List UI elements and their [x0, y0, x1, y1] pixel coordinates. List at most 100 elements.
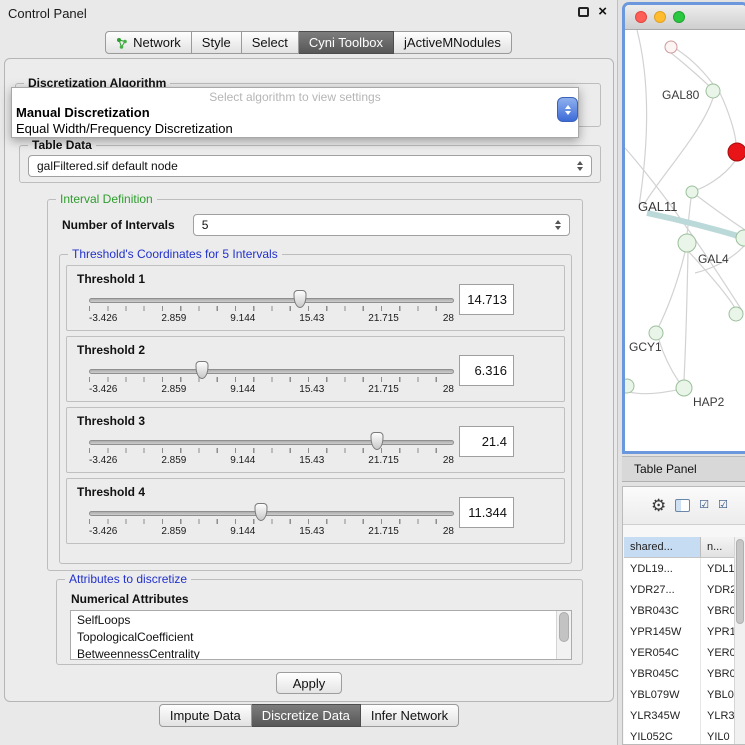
table-row[interactable]: YBL079WYBL0	[624, 684, 734, 705]
table-cell[interactable]: YER0	[701, 642, 734, 663]
threshold-slider[interactable]: -3.4262.8599.14415.4321.71528	[89, 361, 454, 399]
table-row[interactable]: YBR045CYBR0	[624, 663, 734, 684]
table-row[interactable]: YPR145WYPR1	[624, 621, 734, 642]
tab-label: Impute Data	[170, 708, 241, 723]
number-of-intervals-select[interactable]: 5	[193, 214, 570, 236]
network-node-label: GCY1	[629, 340, 662, 354]
attribute-list-item[interactable]: TopologicalCoefficient	[71, 629, 571, 646]
table-cell[interactable]: YDL1	[701, 558, 734, 579]
table-cell[interactable]: YLR3	[701, 705, 734, 726]
network-node[interactable]	[736, 230, 745, 246]
threshold-slider[interactable]: -3.4262.8599.14415.4321.71528	[89, 290, 454, 328]
network-canvas[interactable]: GAL80GAL11GAL4GCY1HAP2	[625, 30, 745, 454]
network-edge	[629, 390, 677, 394]
table-data-group: Table Data galFiltered.sif default node	[19, 145, 601, 183]
tab-style[interactable]: Style	[192, 31, 242, 54]
selected-network-node[interactable]	[728, 143, 745, 161]
table-cell[interactable]: YBR043C	[624, 600, 701, 621]
table-row[interactable]: YDL19...YDL1	[624, 558, 734, 579]
tab-impute-data[interactable]: Impute Data	[159, 704, 252, 727]
algorithm-combo-button[interactable]	[557, 97, 578, 122]
scale-tick-label: 28	[443, 313, 454, 324]
threshold-list: Threshold 1 -3.4262.8599.14415.4321.7152…	[66, 265, 565, 549]
tab-jactivemnodules[interactable]: jActiveMNodules	[394, 31, 512, 54]
table-body: YDL19...YDL1YDR27...YDR2YBR043CYBR0YPR14…	[624, 558, 734, 744]
select-none-checkbox-icon[interactable]: ☑	[718, 500, 728, 511]
network-view-window: GAL80GAL11GAL4GCY1HAP2	[622, 2, 745, 454]
network-node[interactable]	[625, 379, 634, 393]
zoom-traffic-light-icon[interactable]	[673, 11, 685, 23]
gear-icon[interactable]: ⚙	[651, 497, 666, 514]
table-row[interactable]: YLR345WYLR3	[624, 705, 734, 726]
table-row[interactable]: YDR27...YDR2	[624, 579, 734, 600]
network-node[interactable]	[678, 234, 696, 252]
network-node[interactable]	[686, 186, 698, 198]
table-cell[interactable]: YIL052C	[624, 726, 701, 744]
discretize-data-panel: Discretization Algorithm Select algorith…	[4, 58, 614, 702]
table-row[interactable]: YIL052CYIL0	[624, 726, 734, 744]
table-cell[interactable]: YLR345W	[624, 705, 701, 726]
network-node[interactable]	[649, 326, 663, 340]
close-traffic-light-icon[interactable]	[635, 11, 647, 23]
network-node[interactable]	[706, 84, 720, 98]
table-row[interactable]: YER054CYER0	[624, 642, 734, 663]
threshold-value-field[interactable]: 6.316	[459, 355, 514, 386]
scale-tick-label: 21.715	[368, 455, 399, 466]
table-cell[interactable]: YBR0	[701, 600, 734, 621]
tab-select[interactable]: Select	[242, 31, 299, 54]
tab-cyni-toolbox[interactable]: Cyni Toolbox	[299, 31, 394, 54]
tab-infer-network[interactable]: Infer Network	[361, 704, 459, 727]
table-cell[interactable]: YBL0	[701, 684, 734, 705]
dropdown-option-manual-discretization[interactable]: Manual Discretization	[12, 105, 578, 121]
table-cell[interactable]: YDR2	[701, 579, 734, 600]
table-data-select[interactable]: galFiltered.sif default node	[28, 155, 592, 177]
minimize-traffic-light-icon[interactable]	[654, 11, 666, 23]
scale-tick-label: -3.426	[89, 313, 117, 324]
table-cell[interactable]: YER054C	[624, 642, 701, 663]
network-icon	[116, 37, 128, 49]
numerical-attributes-list[interactable]: SelfLoopsTopologicalCoefficientBetweenne…	[70, 610, 572, 660]
threshold-group: Threshold 3 -3.4262.8599.14415.4321.7152…	[66, 407, 565, 473]
close-window-icon[interactable]: ×	[598, 6, 607, 18]
table-panel-titlebar: Table Panel	[622, 456, 745, 482]
threshold-value-field[interactable]: 21.4	[459, 426, 514, 457]
attribute-list-item[interactable]: SelfLoops	[71, 612, 571, 629]
tab-network[interactable]: Network	[105, 31, 192, 54]
threshold-slider[interactable]: -3.4262.8599.14415.4321.71528	[89, 432, 454, 470]
scale-tick-label: 28	[443, 384, 454, 395]
network-node[interactable]	[729, 307, 743, 321]
table-cell[interactable]: YPR145W	[624, 621, 701, 642]
dropdown-option-equal-width-frequency[interactable]: Equal Width/Frequency Discretization	[12, 121, 578, 137]
list-scrollbar-thumb[interactable]	[559, 612, 569, 642]
threshold-slider[interactable]: -3.4262.8599.14415.4321.71528	[89, 503, 454, 541]
network-node-label: GAL80	[662, 88, 700, 102]
network-node[interactable]	[665, 41, 677, 53]
tab-label: Network	[133, 35, 181, 50]
network-edge	[659, 340, 679, 382]
threshold-value-field[interactable]: 11.344	[459, 497, 514, 528]
table-row[interactable]: YBR043CYBR0	[624, 600, 734, 621]
select-all-checkbox-icon[interactable]: ☑	[699, 500, 709, 511]
table-scrollbar-thumb[interactable]	[736, 539, 744, 624]
table-cell[interactable]: YIL0	[701, 726, 734, 744]
table-cell[interactable]: YPR1	[701, 621, 734, 642]
threshold-value-field[interactable]: 14.713	[459, 284, 514, 315]
table-scrollbar[interactable]	[734, 537, 745, 744]
tab-discretize-data[interactable]: Discretize Data	[252, 704, 361, 727]
list-scrollbar[interactable]	[556, 611, 571, 659]
columns-icon[interactable]	[675, 499, 690, 512]
table-cell[interactable]: YBR045C	[624, 663, 701, 684]
column-header-name[interactable]: n...	[701, 537, 734, 557]
column-header-shared-name[interactable]: shared...	[624, 537, 701, 557]
table-cell[interactable]: YBR0	[701, 663, 734, 684]
network-node[interactable]	[676, 380, 692, 396]
table-cell[interactable]: YBL079W	[624, 684, 701, 705]
threshold-label: Threshold 4	[77, 485, 145, 499]
apply-button[interactable]: Apply	[276, 672, 342, 694]
float-window-icon[interactable]	[578, 7, 589, 17]
table-cell[interactable]: YDL19...	[624, 558, 701, 579]
slider-ticks	[89, 377, 454, 382]
table-toolbar: ⚙ ☑ ☑	[623, 487, 745, 525]
table-cell[interactable]: YDR27...	[624, 579, 701, 600]
attribute-list-item[interactable]: BetweennessCentrality	[71, 646, 571, 660]
